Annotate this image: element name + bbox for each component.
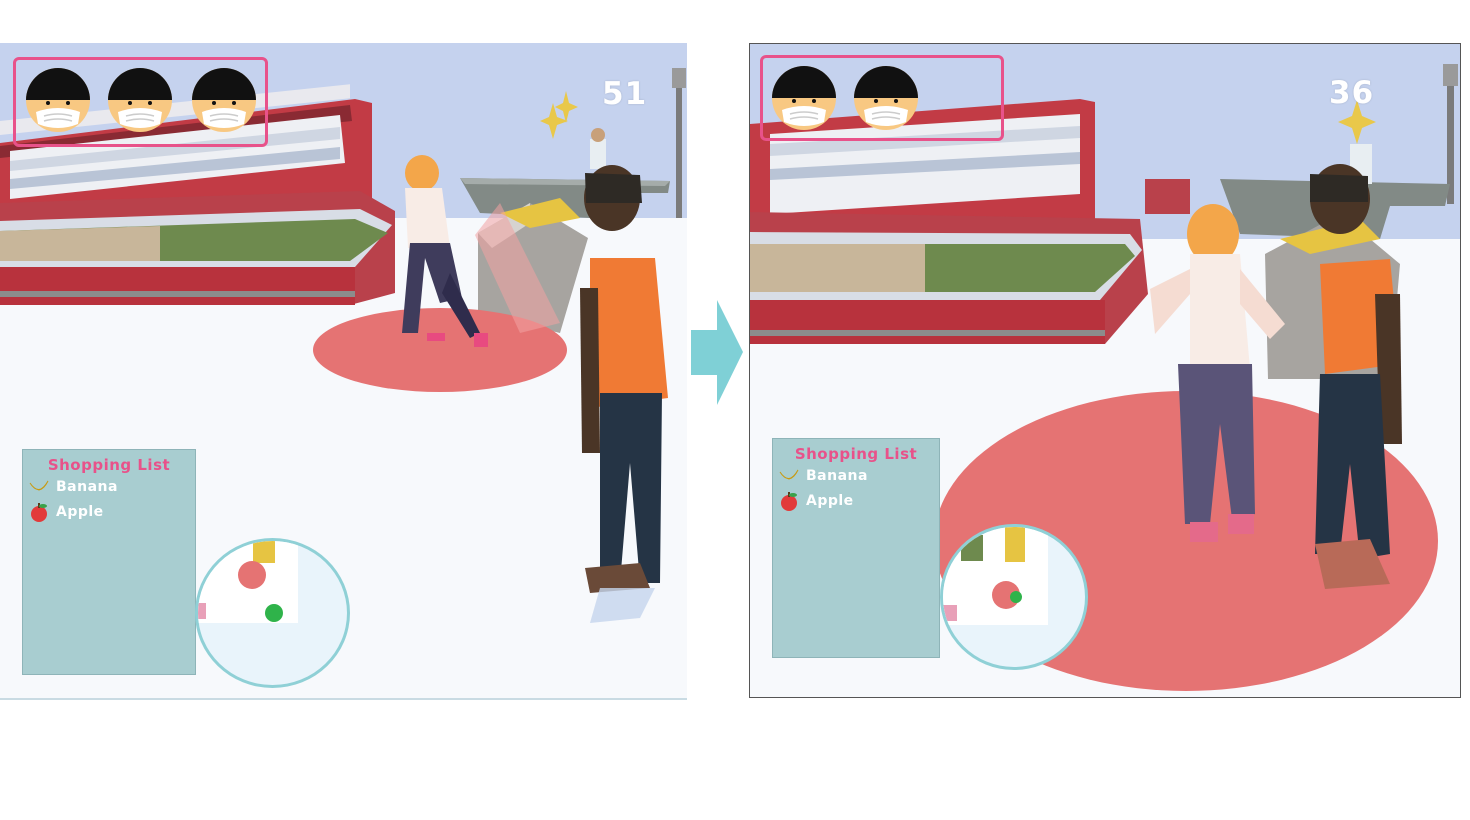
minimap-view xyxy=(198,541,298,623)
mask-faces xyxy=(26,68,256,132)
shopping-item-label: Banana xyxy=(806,467,868,484)
banana-icon xyxy=(29,480,49,491)
shopping-item-label: Banana xyxy=(56,478,118,495)
shopping-list-item: Apple xyxy=(778,488,939,513)
mask-faces xyxy=(772,66,918,130)
masked-face-icon xyxy=(192,68,256,132)
apple-icon xyxy=(31,502,47,522)
shopping-list-title: Shopping List xyxy=(794,445,918,463)
apple-icon xyxy=(781,491,797,511)
shopping-list-panel: Shopping List Banana Apple xyxy=(22,449,196,675)
shopping-list-panel: Shopping List Banana Apple xyxy=(772,438,940,658)
countdown-timer: 51 xyxy=(602,76,648,112)
countdown-timer: 36 xyxy=(1329,75,1375,111)
transition-arrow-icon xyxy=(691,300,743,405)
game-frame-after: 36 Shopping List Banana Apple xyxy=(749,43,1461,698)
shopping-list-item: Banana xyxy=(778,463,939,488)
target-marker-icon xyxy=(265,604,283,622)
masked-face-icon xyxy=(108,68,172,132)
mask-lives-box xyxy=(13,57,268,147)
masked-face-icon xyxy=(772,66,836,130)
minimap-view xyxy=(943,527,1048,625)
shopping-list-title: Shopping List xyxy=(47,456,171,474)
player-marker-icon xyxy=(238,561,266,589)
masked-face-icon xyxy=(26,68,90,132)
minimap xyxy=(940,524,1088,670)
shopping-item-label: Apple xyxy=(56,503,104,520)
masked-face-icon xyxy=(854,66,918,130)
shopping-item-label: Apple xyxy=(806,492,854,509)
target-marker-icon xyxy=(1010,591,1022,603)
minimap xyxy=(195,538,350,688)
shopping-list-item: Apple xyxy=(28,499,195,524)
banana-icon xyxy=(779,469,799,480)
shopping-list-item: Banana xyxy=(28,474,195,499)
game-frame-before: 51 Shopping List Banana Apple xyxy=(0,43,687,700)
mask-lives-box xyxy=(760,55,1004,141)
